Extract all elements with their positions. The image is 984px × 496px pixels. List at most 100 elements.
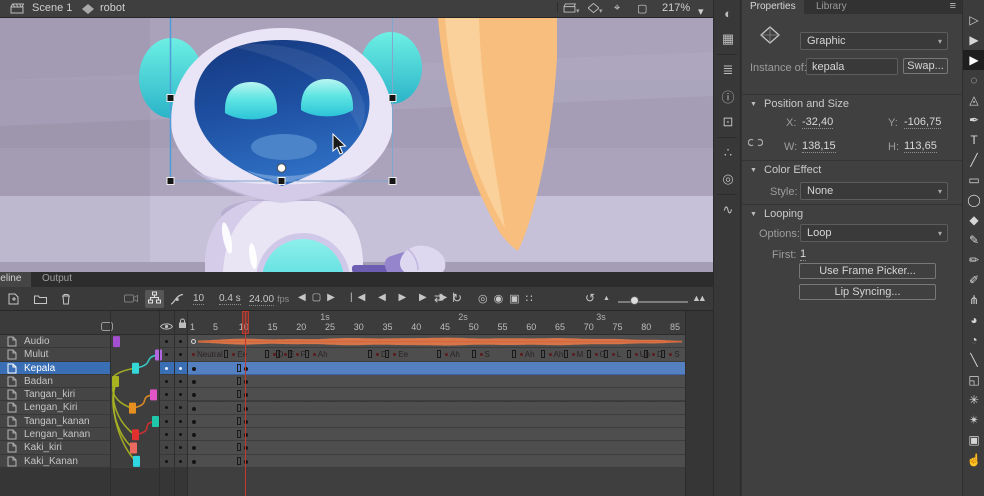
tab-properties[interactable]: Properties — [742, 0, 804, 14]
elapsed-time-field[interactable]: 0.4 s — [219, 293, 241, 305]
layer-row-mulut[interactable]: Mulut — [0, 348, 110, 361]
paint-bucket-tool[interactable]: ◕ — [963, 310, 984, 330]
asset-warp-tool[interactable]: ✴ — [963, 410, 984, 430]
looping-header[interactable]: ▼ Looping — [742, 204, 962, 222]
section-collapse-icon[interactable]: ▼ — [750, 167, 757, 174]
transform-panel-icon[interactable]: ⊡ — [714, 109, 742, 135]
new-layer-button[interactable] — [8, 293, 20, 308]
new-folder-button[interactable] — [34, 294, 47, 307]
eye-column-icon[interactable] — [160, 318, 173, 336]
section-collapse-icon[interactable]: ▼ — [750, 101, 757, 108]
clip-content-button[interactable]: ▢ — [637, 2, 647, 15]
graph-editor-button[interactable] — [170, 293, 184, 308]
frame-rows[interactable]: NeutralEeDEFAhDEeAhSAhAhMGLUhDS — [188, 335, 685, 468]
layer-row-kaki_kanan[interactable]: Kaki_Kanan — [0, 455, 110, 468]
first-frame-value[interactable]: 1 — [800, 248, 806, 261]
pencil-tool[interactable]: ✎ — [963, 230, 984, 250]
edit-scene-button[interactable]: ▾ — [563, 3, 580, 16]
instance-name-field[interactable]: kepala — [806, 58, 898, 75]
frame-row-lengan_kiri[interactable] — [188, 402, 685, 415]
clapperboard-icon[interactable] — [10, 3, 24, 17]
delete-layer-button[interactable] — [61, 293, 71, 308]
timeline-zoom-slider[interactable] — [618, 301, 688, 303]
polystar-tool[interactable]: ◆ — [963, 210, 984, 230]
layer-row-tangan_kanan[interactable]: Tangan_kanan — [0, 415, 110, 428]
layer-lock-dot[interactable] — [179, 367, 182, 370]
x-value[interactable]: -32,40 — [802, 116, 833, 129]
free-transform-tool[interactable]: ▶ — [963, 50, 984, 70]
frame-row-audio[interactable] — [188, 335, 685, 348]
layer-row-kepala[interactable]: Kepala — [0, 362, 110, 375]
tab-output[interactable]: Output — [32, 272, 82, 287]
frame-row-lengan_kanan[interactable] — [188, 428, 685, 441]
tab-timeline[interactable]: Timeline — [0, 272, 31, 287]
layer-visibility-dot[interactable] — [165, 406, 168, 409]
layer-visibility-dot[interactable] — [165, 420, 168, 423]
info-panel-icon[interactable]: ⓘ — [714, 83, 742, 109]
layer-lock-dot[interactable] — [179, 340, 182, 343]
loop-options-dropdown[interactable]: Loop▾ — [800, 224, 948, 242]
motion-graph-panel-icon[interactable]: ∿ — [714, 197, 742, 223]
lip-syncing-button[interactable]: Lip Syncing... — [799, 284, 936, 300]
layer-lock-dot[interactable] — [179, 406, 182, 409]
layer-visibility-dot[interactable] — [165, 353, 168, 356]
paint-brush-tool[interactable]: ✐ — [963, 270, 984, 290]
panel-menu-icon[interactable]: ≡ — [950, 0, 956, 12]
layer-lock-dot[interactable] — [179, 433, 182, 436]
layer-visibility-dot[interactable] — [165, 380, 168, 383]
brushes-panel-icon[interactable]: ∴ — [714, 140, 742, 166]
layer-visibility-dot[interactable] — [165, 367, 168, 370]
zoom-chevron-icon[interactable]: ▾ — [698, 5, 704, 18]
frames-area[interactable]: 1s2s3s1510152025303540455055606570758085… — [188, 311, 685, 496]
section-collapse-icon[interactable]: ▼ — [750, 211, 757, 218]
use-frame-picker-button[interactable]: Use Frame Picker... — [799, 263, 936, 279]
selection-tool[interactable]: ▷ — [963, 10, 984, 30]
center-frame-button[interactable]: ⌖ — [614, 2, 620, 15]
lock-column-icon[interactable] — [178, 316, 187, 334]
symbol-type-dropdown[interactable]: Graphic▾ — [800, 32, 948, 50]
w-value[interactable]: 138,15 — [802, 140, 836, 153]
link-width-height-icon[interactable] — [748, 136, 763, 152]
tab-library[interactable]: Library — [808, 0, 855, 14]
timeline-zoom-knob[interactable] — [630, 296, 639, 305]
frame-row-kaki_kiri[interactable] — [188, 441, 685, 454]
stage-canvas[interactable] — [0, 18, 713, 272]
polygon-lasso-tool[interactable]: ◬ — [963, 90, 984, 110]
breadcrumb-scene[interactable]: Scene 1 — [32, 2, 72, 14]
layer-row-lengan_kanan[interactable]: Lengan_kanan — [0, 428, 110, 441]
eyedropper-tool[interactable]: ╲ — [963, 350, 984, 370]
onion-skin-buttons[interactable]: ◎◉▣∷ — [478, 292, 539, 305]
layer-lock-dot[interactable] — [179, 446, 182, 449]
loop-frame-controls[interactable]: ◀▢▶ — [298, 292, 341, 303]
layer-row-badan[interactable]: Badan — [0, 375, 110, 388]
layer-visibility-dot[interactable] — [165, 446, 168, 449]
add-camera-button[interactable] — [124, 293, 138, 307]
align-panel-icon[interactable]: ≣ — [714, 57, 742, 83]
layer-lock-dot[interactable] — [179, 393, 182, 396]
reset-timeline-zoom-button[interactable]: ↺ — [585, 291, 595, 305]
layer-lock-dot[interactable] — [179, 420, 182, 423]
subselection-tool[interactable]: ▶ — [963, 30, 984, 50]
pen-tool[interactable]: ✒ — [963, 110, 984, 130]
frame-rate-field[interactable]: 24.00 fps — [249, 293, 289, 305]
layer-row-audio[interactable]: Audio — [0, 335, 110, 348]
frame-row-kepala[interactable] — [188, 362, 685, 375]
layer-row-tangan_kiri[interactable]: Tangan_kiri — [0, 388, 110, 401]
show-parenting-view-button[interactable] — [145, 290, 164, 308]
playhead-line[interactable] — [245, 311, 246, 496]
timeline-zoom-out-icon[interactable]: ▲ — [603, 295, 610, 302]
layer-row-kaki_kiri[interactable]: Kaki_kiri — [0, 441, 110, 454]
width-tool[interactable]: ✳ — [963, 390, 984, 410]
classic-brush-tool[interactable]: ✏ — [963, 250, 984, 270]
layer-visibility-dot[interactable] — [165, 340, 168, 343]
edit-symbols-button[interactable]: ▾ — [588, 3, 603, 16]
timeline-zoom-in-icon[interactable]: ▲▲ — [692, 293, 704, 303]
y-value[interactable]: -106,75 — [904, 116, 941, 129]
frame-row-kaki_kanan[interactable] — [188, 455, 685, 468]
frame-row-badan[interactable] — [188, 375, 685, 388]
bone-tool[interactable]: ⋔ — [963, 290, 984, 310]
frame-row-mulut[interactable]: NeutralEeDEFAhDEeAhSAhAhMGLUhDS — [188, 348, 685, 361]
h-value[interactable]: 113,65 — [904, 140, 937, 153]
layer-row-lengan_kiri[interactable]: Lengan_Kiri — [0, 401, 110, 414]
swatches-panel-icon[interactable]: ▦ — [714, 26, 742, 52]
